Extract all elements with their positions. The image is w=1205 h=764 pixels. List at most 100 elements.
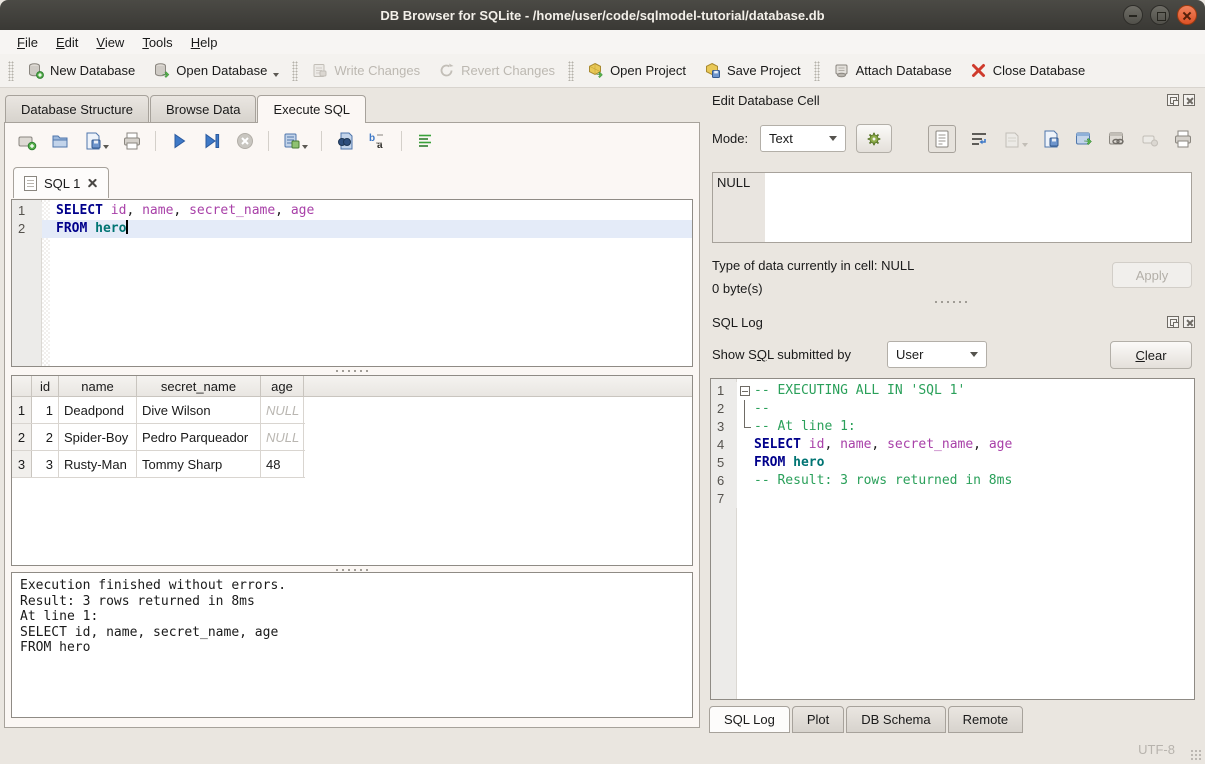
corner-header[interactable] — [12, 376, 32, 396]
import-cell-data-button[interactable] — [1002, 129, 1028, 149]
find-button[interactable] — [335, 131, 355, 151]
tab-database-structure[interactable]: Database Structure — [5, 95, 149, 122]
dock-area: Edit Database Cell Mode: Text — [704, 90, 1197, 740]
dock-tab-plot[interactable]: Plot — [792, 706, 844, 733]
save-project-button[interactable]: Save Project — [695, 58, 810, 83]
mode-label: Mode: — [712, 131, 748, 146]
attach-database-icon — [833, 62, 850, 79]
menu-tools[interactable]: Tools — [133, 32, 181, 53]
sql-editor[interactable]: 1 SELECT id, name, secret_name, age 2 FR… — [11, 199, 693, 367]
revert-changes-icon — [438, 62, 455, 79]
menu-view[interactable]: View — [87, 32, 133, 53]
apply-button[interactable]: Apply — [1112, 262, 1192, 288]
float-panel-icon[interactable] — [1167, 94, 1179, 106]
find-replace-button[interactable]: ba — [368, 131, 388, 151]
cell-value: NULL — [713, 173, 765, 242]
sql-log-panel-title: SQL Log — [712, 315, 763, 330]
row-header[interactable]: 2 — [12, 424, 32, 450]
cell-editor-toolbar — [928, 125, 1193, 153]
app-window: DB Browser for SQLite - /home/user/code/… — [0, 0, 1205, 764]
main-tab-bar: Database Structure Browse Data Execute S… — [5, 95, 367, 123]
column-header-name[interactable]: name — [59, 376, 137, 396]
execute-all-button[interactable] — [169, 131, 189, 151]
maximize-icon[interactable] — [1150, 5, 1170, 25]
menu-file[interactable]: File — [8, 32, 47, 53]
column-header-age[interactable]: age — [261, 376, 304, 396]
close-panel-icon[interactable] — [1183, 94, 1195, 106]
row-header[interactable]: 1 — [12, 397, 32, 423]
open-database-button[interactable]: Open Database — [144, 58, 288, 83]
dock-splitter[interactable] — [704, 298, 1197, 306]
clear-log-button[interactable]: Clear — [1110, 341, 1192, 369]
open-project-button[interactable]: Open Project — [578, 58, 695, 83]
close-sql-tab-icon[interactable] — [87, 178, 98, 189]
stop-icon — [235, 131, 255, 151]
format-sql-button[interactable] — [415, 131, 435, 151]
sql-log-view[interactable]: 1-- EXECUTING ALL IN 'SQL 1' 2-- 3-- At … — [710, 378, 1195, 700]
resize-grip-icon[interactable] — [1190, 749, 1202, 761]
copy-link-icon — [1107, 129, 1127, 149]
export-dropdown-icon[interactable] — [302, 145, 308, 149]
text-mode-button[interactable] — [928, 125, 956, 153]
open-database-dropdown-icon[interactable] — [273, 73, 279, 77]
close-panel-icon[interactable] — [1183, 316, 1195, 328]
copy-link-button[interactable] — [1107, 129, 1127, 149]
dock-tab-db-schema[interactable]: DB Schema — [846, 706, 945, 733]
new-database-button[interactable]: New Database — [18, 58, 144, 83]
export-cell-data-button[interactable] — [1074, 129, 1094, 149]
column-header-id[interactable]: id — [32, 376, 59, 396]
table-row: 3 3 Rusty-Man Tommy Sharp 48 — [12, 451, 305, 478]
auto-switch-mode-button[interactable] — [856, 124, 892, 153]
column-header-secret-name[interactable]: secret_name — [137, 376, 261, 396]
editor-results-splitter[interactable] — [5, 367, 699, 375]
sql-editor-tab[interactable]: SQL 1 — [13, 167, 109, 198]
log-filter-select[interactable]: User — [887, 341, 987, 368]
tab-browse-data[interactable]: Browse Data — [150, 95, 256, 122]
execute-current-line-button[interactable] — [202, 131, 222, 151]
write-changes-icon — [311, 62, 328, 79]
save-cell-data-button[interactable] — [1041, 129, 1061, 149]
stop-button[interactable] — [235, 131, 255, 151]
tab-execute-sql[interactable]: Execute SQL — [257, 95, 366, 123]
new-sql-tab-button[interactable] — [17, 131, 37, 151]
menu-edit[interactable]: Edit — [47, 32, 87, 53]
window-controls — [1123, 5, 1197, 25]
print-button[interactable] — [122, 131, 142, 151]
log-line: 6-- Result: 3 rows returned in 8ms — [711, 472, 1194, 490]
close-icon[interactable] — [1177, 5, 1197, 25]
open-database-icon — [153, 62, 170, 79]
open-sql-file-icon — [50, 131, 70, 151]
close-database-button[interactable]: Close Database — [961, 58, 1095, 83]
cell-value-editor[interactable]: NULL — [712, 172, 1192, 243]
float-panel-icon[interactable] — [1167, 316, 1179, 328]
mode-select[interactable]: Text — [760, 125, 846, 152]
cell-size-info: 0 byte(s) — [712, 281, 763, 296]
print-cell-button[interactable] — [1173, 129, 1193, 149]
save-sql-dropdown-icon[interactable] — [103, 145, 109, 149]
minimize-icon[interactable] — [1123, 5, 1143, 25]
encoding-indicator: UTF-8 — [1138, 742, 1175, 757]
titlebar: DB Browser for SQLite - /home/user/code/… — [0, 0, 1205, 30]
set-null-button[interactable] — [1140, 129, 1160, 149]
word-wrap-button[interactable] — [969, 129, 989, 149]
open-sql-file-button[interactable] — [50, 131, 70, 151]
dock-tab-sql-log[interactable]: SQL Log — [709, 706, 790, 733]
write-changes-button[interactable]: Write Changes — [302, 58, 429, 83]
row-header[interactable]: 3 — [12, 451, 32, 477]
export-cell-data-icon — [1074, 129, 1094, 149]
export-results-button[interactable] — [282, 131, 308, 151]
attach-database-button[interactable]: Attach Database — [824, 58, 961, 83]
sql-document-icon — [24, 176, 37, 191]
execution-output[interactable]: Execution finished without errors. Resul… — [11, 572, 693, 718]
revert-changes-button[interactable]: Revert Changes — [429, 58, 564, 83]
find-icon — [335, 131, 355, 151]
menu-help[interactable]: Help — [182, 32, 227, 53]
fold-marker-icon[interactable] — [737, 382, 754, 400]
fold-line-icon — [737, 418, 754, 436]
import-cell-data-icon — [1002, 129, 1022, 149]
dock-tab-remote[interactable]: Remote — [948, 706, 1024, 733]
toolbar-grip[interactable] — [8, 61, 14, 81]
svg-text:a: a — [377, 140, 383, 151]
save-sql-file-button[interactable] — [83, 131, 109, 151]
find-replace-icon: ba — [368, 131, 388, 151]
